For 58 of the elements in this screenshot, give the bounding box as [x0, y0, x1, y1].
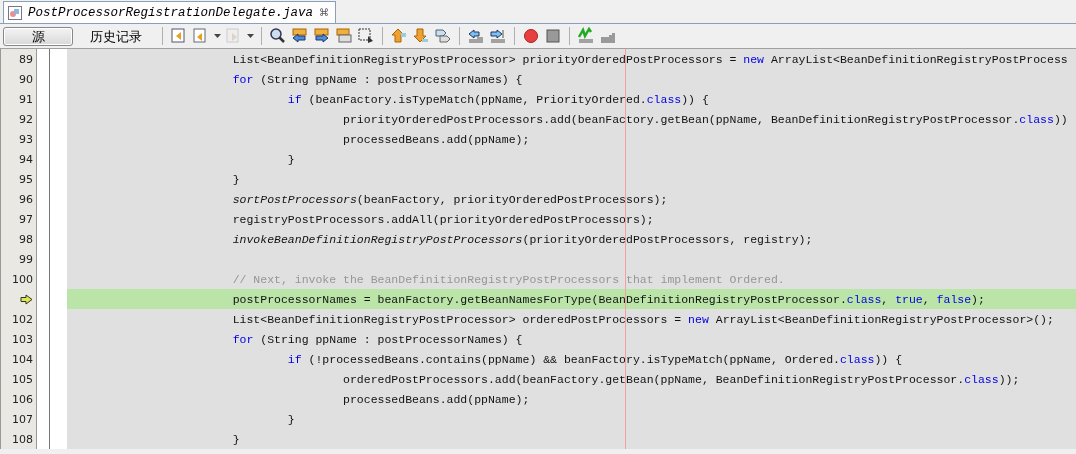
java-file-icon [8, 5, 22, 20]
caret-icon[interactable] [247, 33, 254, 39]
code-line: orderedPostProcessors.add(beanFactory.getBean(ppName, BeanDefinitionRegistryPostProcessor.class)); [342, 372, 1020, 386]
code-line: } [286, 412, 295, 426]
selection-icon[interactable] [357, 27, 375, 45]
code-line: for (String ppName : postProcessorNames) { [231, 332, 523, 346]
code-line: } [231, 432, 240, 446]
line-number: 103 [12, 332, 33, 346]
search-icon[interactable] [269, 27, 287, 45]
code-line: } [286, 152, 295, 166]
stop-icon[interactable] [544, 27, 562, 45]
line-number: 90 [19, 72, 33, 86]
code-line: processedBeans.add(ppName); [342, 132, 530, 146]
code-line: registryPostProcessors.addAll(priorityOrderedPostProcessors); [231, 212, 654, 226]
line-number: 108 [12, 432, 33, 446]
shift-left-icon[interactable] [467, 27, 485, 45]
shift-right-icon[interactable] [489, 27, 507, 45]
arrow-left-icon[interactable] [291, 27, 309, 45]
code-line: invokeBeanDefinitionRegistryPostProcessors(priorityOrderedPostProcessors, registry); [231, 232, 813, 246]
line-number: 89 [19, 52, 33, 66]
line-number: 99 [19, 252, 33, 266]
close-icon[interactable]: ⌘ [319, 7, 330, 18]
arrow-right-icon[interactable] [313, 27, 331, 45]
check-lines-icon[interactable] [577, 27, 595, 45]
line-number: 96 [19, 192, 33, 206]
code-line: } [231, 172, 240, 186]
tags-icon[interactable] [434, 27, 452, 45]
line-number: 100 [12, 272, 33, 286]
view-tab[interactable]: 历史记录 [77, 26, 155, 46]
code-line: if (!processedBeans.contains(ppName) && beanFactory.isTypeMatch(ppName, Ordered.class)) { [286, 352, 903, 366]
caret-icon[interactable] [214, 33, 221, 39]
stack-icon[interactable] [335, 27, 353, 45]
line-number: 106 [12, 392, 33, 406]
line-number: 104 [12, 352, 33, 366]
arrow-up-icon[interactable] [390, 27, 408, 45]
code-line: processedBeans.add(ppName); [342, 392, 530, 406]
code-line: List<BeanDefinitionRegistryPostProcessor> orderedPostProcessors = new ArrayList<BeanDefinitionRegistryPostProcessor>(); [231, 312, 1054, 326]
view-tab[interactable]: 源 [3, 26, 73, 46]
line-number: 93 [19, 132, 33, 146]
line-number: 98 [19, 232, 33, 246]
code-line: for (String ppName : postProcessorNames) { [231, 72, 523, 86]
code-line: sortPostProcessors(beanFactory, priorityOrderedPostProcessors); [231, 192, 668, 206]
line-number: 95 [19, 172, 33, 186]
record-icon[interactable] [522, 27, 540, 45]
line-number: 92 [19, 112, 33, 126]
code-line: priorityOrderedPostProcessors.add(beanFactory.getBean(ppName, BeanDefinitionRegistryPostProcessor.class)) [342, 112, 1068, 126]
editor-tab[interactable]: PostProcessorRegistrationDelegate.java ⌘ [3, 1, 337, 23]
code-line: List<BeanDefinitionRegistryPostProcessor> priorityOrderedPostProcessors = new ArrayList<BeanDefinitionRegistryPostProcess [231, 52, 1068, 66]
line-number: 107 [12, 412, 33, 426]
arrow-down-icon[interactable] [412, 27, 430, 45]
line-number: 91 [19, 92, 33, 106]
code-line: postProcessorNames = beanFactory.getBeanNamesForType(BeanDefinitionRegistryPostProcessor.class, true, false); [231, 292, 985, 306]
line-number: 105 [12, 372, 33, 386]
line-number: 94 [19, 152, 33, 166]
line-number: 97 [19, 212, 33, 226]
code-comment: // Next, invoke the BeanDefinitionRegistryPostProcessors that implement Ordered. [231, 272, 785, 286]
line-number: 102 [12, 312, 33, 326]
code-line: if (beanFactory.isTypeMatch(ppName, PriorityOrdered.class)) { [286, 92, 709, 106]
